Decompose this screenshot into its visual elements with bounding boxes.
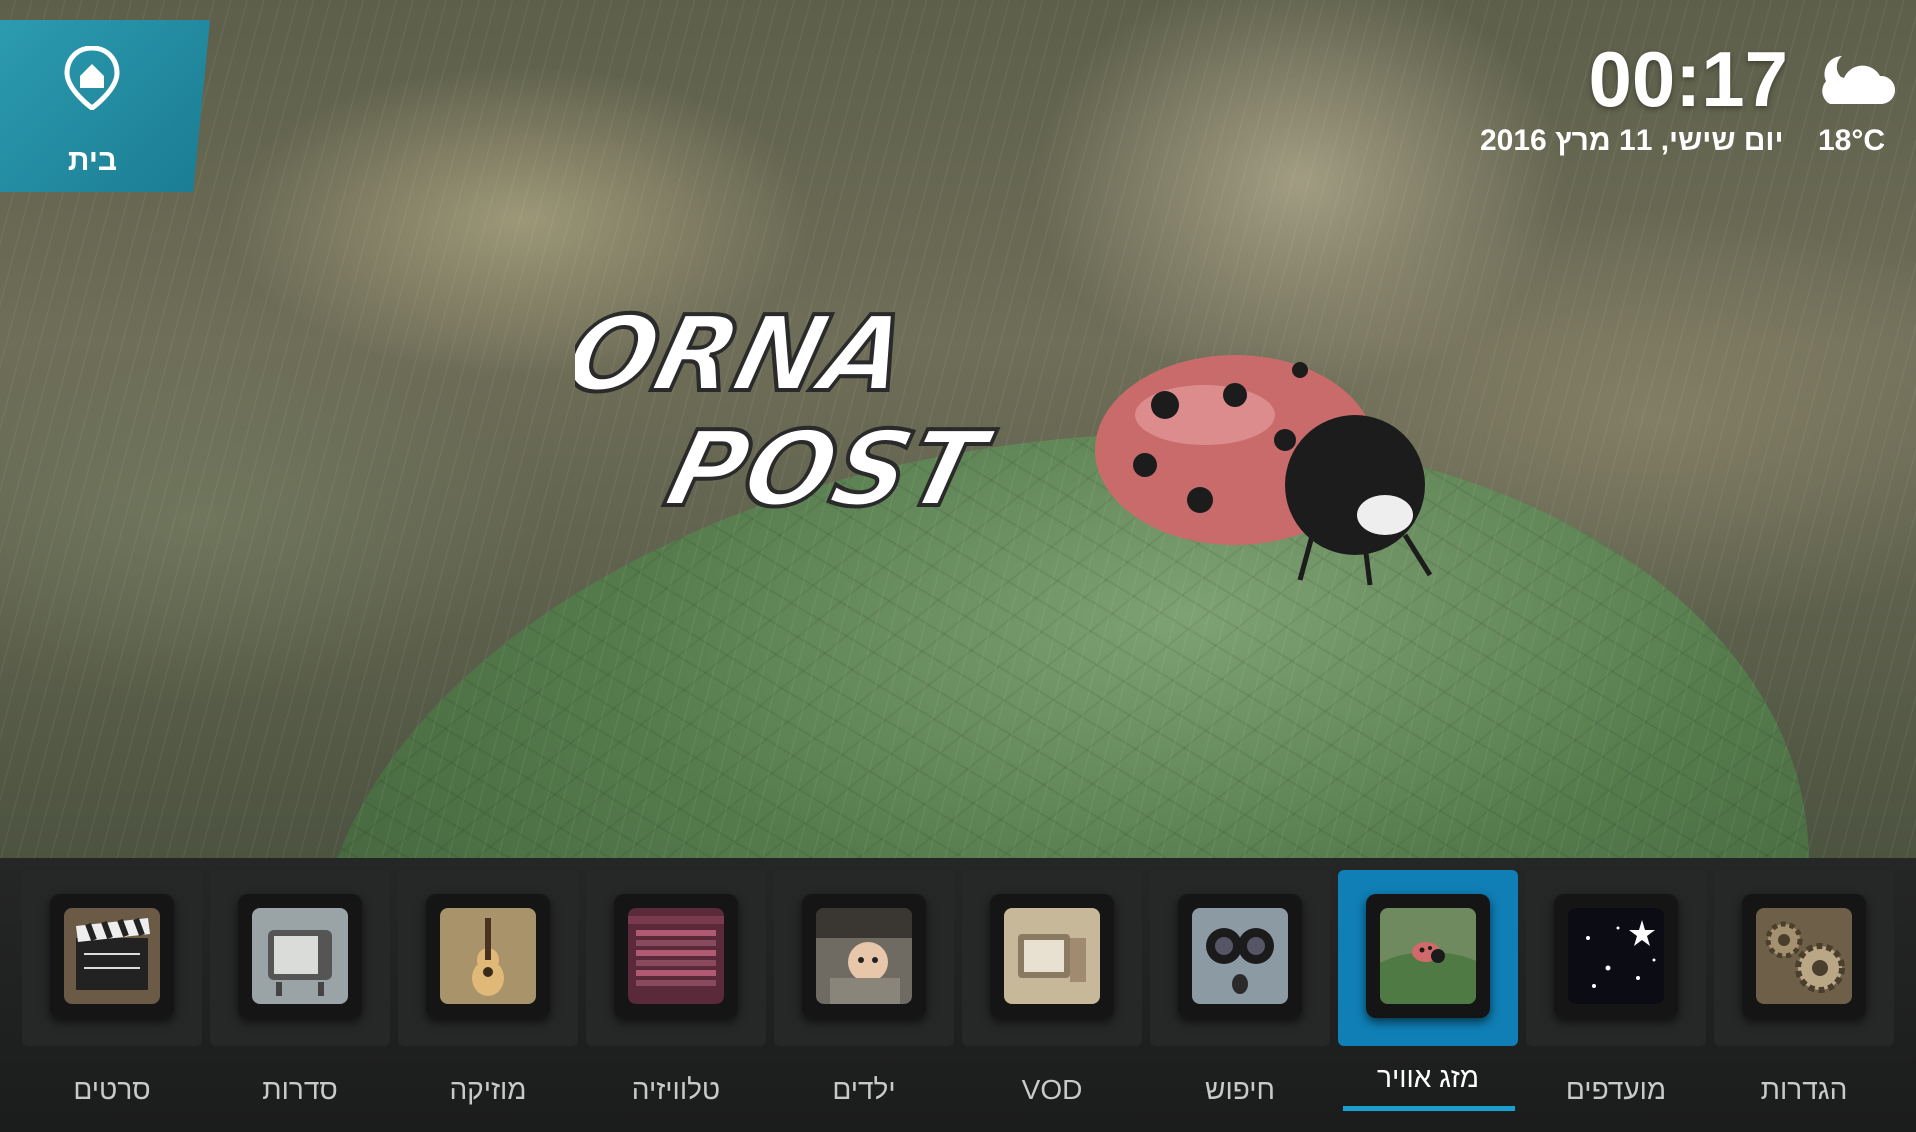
menu-label-tv[interactable]: טלוויזיה: [586, 1074, 766, 1106]
date-display: יום שישי, 11 מרץ 2016: [1480, 124, 1784, 157]
tv-guide-icon: [628, 908, 724, 1004]
tile-frame: [1742, 894, 1866, 1018]
menu-tile-settings[interactable]: [1714, 870, 1894, 1046]
child-icon: [816, 908, 912, 1004]
menu-label-music[interactable]: מוזיקה: [398, 1074, 578, 1106]
guitar-icon: [440, 908, 536, 1004]
ladybug-icon: [1380, 908, 1476, 1004]
tile-frame: [990, 894, 1114, 1018]
menu-tile-series[interactable]: [210, 870, 390, 1046]
temperature-display: 18°C: [1818, 124, 1886, 157]
menu-tile-music[interactable]: [398, 870, 578, 1046]
tile-frame: [1366, 894, 1490, 1018]
clapperboard-icon: [64, 908, 160, 1004]
menu-tile-weather[interactable]: [1338, 870, 1518, 1046]
home-label: בית: [67, 144, 118, 177]
clock: 00:17: [1588, 35, 1789, 123]
selected-item-underline: [1343, 1106, 1515, 1111]
ladybug-image: [1095, 355, 1433, 585]
menu-tile-kids[interactable]: [774, 870, 954, 1046]
home-button[interactable]: בית: [0, 20, 210, 192]
tile-frame: [426, 894, 550, 1018]
tile-frame: [50, 894, 174, 1018]
menu-tile-vod[interactable]: [962, 870, 1142, 1046]
menu-label-kids[interactable]: ילדים: [774, 1074, 954, 1106]
partly-cloudy-night-icon: [1822, 56, 1896, 104]
binoculars-icon: [1192, 908, 1288, 1004]
tile-frame: [1178, 894, 1302, 1018]
menu-label-settings[interactable]: הגדרות: [1714, 1074, 1894, 1106]
svg-text:ORNA: ORNA: [575, 293, 920, 414]
vod-tv-icon: [1004, 908, 1100, 1004]
stars-icon: [1568, 908, 1664, 1004]
tile-frame: [238, 894, 362, 1018]
menu-tile-search[interactable]: [1150, 870, 1330, 1046]
menu-label-series[interactable]: סדרות: [210, 1074, 390, 1106]
menu-label-vod[interactable]: VOD: [962, 1074, 1142, 1106]
gears-icon: [1756, 908, 1852, 1004]
tile-frame: [802, 894, 926, 1018]
home-pin-icon: [64, 46, 120, 110]
svg-text:POST: POST: [655, 408, 1003, 529]
menu-tile-movies[interactable]: [22, 870, 202, 1046]
menu-label-search[interactable]: חיפוש: [1150, 1074, 1330, 1106]
menu-label-weather[interactable]: מזג אוויר: [1338, 1062, 1518, 1094]
menu-tile-favorites[interactable]: [1526, 870, 1706, 1046]
tv-set-icon: [252, 908, 348, 1004]
orna-post-logo: ORNA POST: [575, 291, 1005, 530]
menu-tile-tv[interactable]: [586, 870, 766, 1046]
tile-frame: [1554, 894, 1678, 1018]
menu-label-movies[interactable]: סרטים: [22, 1074, 202, 1106]
menu-label-favorites[interactable]: מועדפים: [1526, 1074, 1706, 1106]
tile-frame: [614, 894, 738, 1018]
